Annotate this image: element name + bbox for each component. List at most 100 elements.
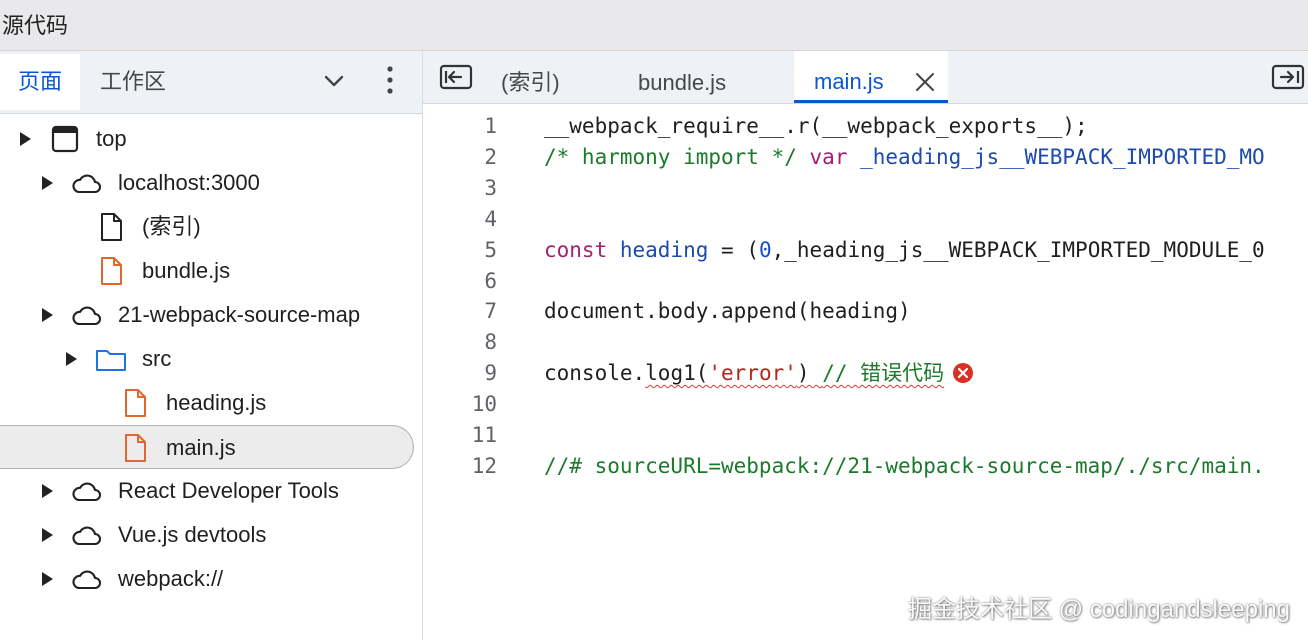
code-line[interactable]: 3 [423,173,1308,204]
code-token: ) [796,361,823,386]
file-icon [101,213,122,241]
line-number[interactable]: 8 [423,327,497,358]
code-token: 'error' [708,361,797,386]
tree-item[interactable]: 21-webpack-source-map [0,293,414,337]
tree-item[interactable]: src [0,337,414,381]
code-line[interactable]: 9 console.log1('error') // 错误代码 [423,358,1308,389]
code-line[interactable]: 10 [423,389,1308,420]
js-file-icon [125,434,146,462]
expand-arrow-icon[interactable] [64,350,78,368]
toggle-navigator-icon[interactable] [439,64,473,90]
expand-arrow-icon[interactable] [40,570,54,588]
tree-item[interactable]: (索引) [0,205,414,249]
tab-index[interactable]: (索引) [501,51,560,103]
tree-item[interactable]: heading.js [0,381,414,425]
line-number[interactable]: 10 [423,389,497,420]
code-line[interactable]: 8 [423,327,1308,358]
code-token: //# sourceURL=webpack://21-webpack-sourc… [544,453,1265,478]
js-file-icon [125,389,146,417]
editor-tabs: (索引) bundle.js main.js [423,51,1308,104]
code-editor[interactable]: 1 __webpack_require__.r(__webpack_exports… [423,111,1308,591]
toggle-debugger-icon[interactable] [1271,64,1305,90]
code-token: 0 [758,237,772,262]
code-line[interactable]: 4 [423,204,1308,235]
js-file-icon [101,257,122,285]
tree-item[interactable]: localhost:3000 [0,161,414,205]
tree-item-label: (索引) [142,214,201,239]
frame-icon [51,125,79,153]
line-number[interactable]: 4 [423,204,497,235]
code-token: ,_heading_js__WEBPACK_IMPORTED_MODULE_0 [771,237,1265,262]
tree-item-label: localhost:3000 [118,170,260,195]
tree-item[interactable]: main.js [0,425,414,469]
cloud-icon [72,306,101,326]
code-token: const [544,237,608,262]
line-number[interactable]: 5 [423,235,497,266]
kebab-menu-icon[interactable] [378,63,402,97]
folder-icon [96,350,126,371]
tree-item[interactable]: webpack:// [0,557,414,601]
code-line[interactable]: 7 document.body.append(heading) [423,296,1308,327]
code-text: /* harmony import */ var _heading_js__WE… [544,142,1265,173]
navigator-panel: 页面 工作区 top localhost:3000 (索引) bundle.js 21-… [0,51,423,640]
line-number[interactable]: 7 [423,296,497,327]
code-line[interactable]: 5 const heading = (0,_heading_js__WEBPACK… [423,235,1308,266]
watermark: 掘金技术社区 @ codingandsleeping [908,596,1290,623]
code-line[interactable]: 2 /* harmony import */ var _heading_js__W… [423,142,1308,173]
tree-item[interactable]: React Developer Tools [0,469,414,513]
code-token: document.body.append(heading) [544,299,911,324]
line-number[interactable]: 9 [423,358,497,389]
line-number[interactable]: 6 [423,266,497,297]
tree-item-label: heading.js [166,390,267,415]
expand-arrow-icon[interactable] [18,130,32,148]
line-number[interactable]: 11 [423,420,497,451]
code-token: // 错误代码 [822,361,945,386]
code-text: document.body.append(heading) [544,296,911,327]
tab-workspace[interactable]: 工作区 [100,54,166,110]
code-text: console.log1('error') // 错误代码 [544,358,974,389]
tree-item-label: bundle.js [142,258,231,283]
line-number[interactable]: 2 [423,142,497,173]
tab-page[interactable]: 页面 [0,54,80,110]
code-line[interactable]: 11 [423,420,1308,451]
code-text: //# sourceURL=webpack://21-webpack-sourc… [544,451,1265,482]
navigator-tabs: 页面 工作区 [0,51,422,114]
tab-main-js-label: main.js [814,69,884,94]
error-icon[interactable] [952,362,974,384]
code-line[interactable]: 12 //# sourceURL=webpack://21-webpack-sou… [423,451,1308,482]
code-token: heading [619,237,709,262]
expand-arrow-icon[interactable] [40,306,54,324]
expand-arrow-icon[interactable] [40,526,54,544]
expand-arrow-icon[interactable] [40,174,54,192]
code-token: console. [544,361,646,386]
chevron-down-icon[interactable] [320,67,348,95]
tree-item-label: src [142,346,172,371]
tree-item-label: top [96,126,127,151]
tab-main-js[interactable]: main.js [794,51,948,103]
tree-item[interactable]: Vue.js devtools [0,513,414,557]
line-number[interactable]: 3 [423,173,497,204]
code-token: __webpack_require__.r(__webpack_exports_… [544,114,1088,138]
expand-arrow-icon[interactable] [40,482,54,500]
line-number[interactable]: 12 [423,451,497,482]
tree-item-label: React Developer Tools [118,478,339,503]
tree-item[interactable]: top [0,117,414,161]
window-title: 源代码 [2,13,69,38]
tree-item-label: 21-webpack-source-map [118,302,361,327]
code-token: = ( [708,237,759,262]
cloud-icon [72,174,101,194]
editor-panel: (索引) bundle.js main.js 1 __webpack_requir… [423,51,1308,640]
code-line[interactable]: 6 [423,266,1308,297]
close-icon[interactable] [914,71,936,93]
code-line[interactable]: 1 __webpack_require__.r(__webpack_exports… [423,111,1308,142]
title-bar: 源代码 [0,0,1308,51]
tree-item[interactable]: bundle.js [0,249,414,293]
cloud-icon [72,526,101,546]
tab-bundle-js[interactable]: bundle.js [638,51,726,103]
code-token: /* harmony import */ [544,144,797,169]
code-token: _heading_js__WEBPACK_IMPORTED_MO [860,144,1265,169]
tree-item-label: main.js [166,435,236,460]
line-number[interactable]: 1 [423,111,497,142]
